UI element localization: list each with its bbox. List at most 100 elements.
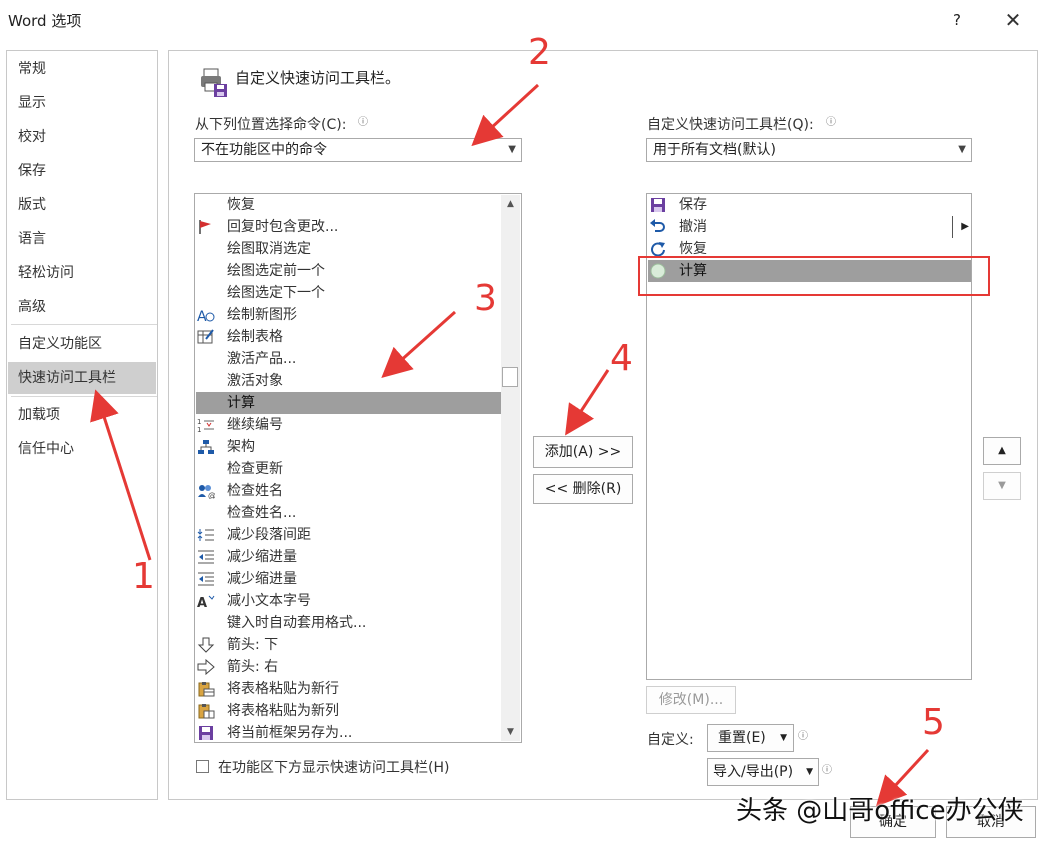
modify-button[interactable]: 修改(M)...	[646, 686, 736, 714]
separator-expand-icon[interactable]: ▶	[952, 216, 969, 238]
customize-label: 自定义:	[647, 732, 694, 748]
commands-list-scrollbar[interactable]: ▲ ▼	[501, 195, 520, 741]
command-list-item-label: 将表格粘贴为新行	[227, 681, 339, 697]
nav-item-add-ins[interactable]: 加载项	[8, 399, 156, 431]
command-list-item[interactable]: 键入时自动套用格式...	[196, 612, 501, 634]
show-below-ribbon-checkbox[interactable]	[196, 760, 209, 773]
nav-item-proofing[interactable]: 校对	[8, 121, 156, 153]
toolbar-list-item[interactable]: 撤消	[648, 216, 971, 238]
help-button[interactable]: ?	[946, 8, 968, 32]
nav-item-general[interactable]: 常规	[8, 53, 156, 85]
command-list-item[interactable]: A 绘制新图形	[196, 304, 501, 326]
close-button[interactable]: ✕	[1000, 6, 1026, 34]
reset-dropdown-button[interactable]: 重置(E) ▼	[707, 724, 794, 752]
nav-item-layout[interactable]: 版式	[8, 189, 156, 221]
command-list-item[interactable]: 激活对象	[196, 370, 501, 392]
no-icon	[197, 373, 215, 389]
move-up-button[interactable]: ▲	[983, 437, 1021, 465]
commands-list[interactable]: ▲ ▼ 恢复回复时包含更改... 绘图取消选定绘图选定前一个 绘图选定下一个 A 绘制新…	[194, 193, 522, 743]
command-list-item-label: 激活产品...	[227, 351, 297, 367]
command-list-item-label: 恢复	[227, 197, 255, 213]
annotation-number: 1	[132, 556, 155, 597]
dropdown-arrow-icon: ▼	[508, 144, 516, 155]
move-down-button[interactable]: ▼	[983, 472, 1021, 500]
choose-commands-value: 不在功能区中的命令	[201, 142, 327, 158]
toolbar-list-item-label: 保存	[679, 197, 707, 213]
paragraph-spacing-icon	[197, 527, 215, 543]
command-list-item[interactable]: 绘图取消选定	[196, 238, 501, 260]
command-list-item[interactable]: 减少缩进量	[196, 568, 501, 590]
command-list-item[interactable]: 计算	[196, 392, 501, 414]
nav-item-trust-center[interactable]: 信任中心	[8, 433, 156, 465]
info-icon: ⓘ	[358, 117, 368, 128]
save-icon	[649, 197, 667, 213]
command-list-item[interactable]: 绘图选定下一个	[196, 282, 501, 304]
command-list-item-label: 绘图取消选定	[227, 241, 311, 257]
choose-commands-label: 从下列位置选择命令(C):	[195, 117, 347, 133]
command-list-item[interactable]: A 减小文本字号	[196, 590, 501, 612]
no-icon	[197, 395, 215, 411]
org-chart-icon	[197, 439, 215, 455]
command-list-item[interactable]: 检查更新	[196, 458, 501, 480]
command-list-item[interactable]: 检查姓名...	[196, 502, 501, 524]
command-list-item-label: 回复时包含更改...	[227, 219, 339, 235]
toolbar-scope-dropdown[interactable]: 用于所有文档(默认) ▼	[646, 138, 972, 162]
command-list-item[interactable]: 架构	[196, 436, 501, 458]
save-icon	[197, 725, 215, 741]
options-nav: 常规 显示 校对 保存 版式 语言 轻松访问 高级 自定义功能区 快速访问工具栏…	[6, 50, 158, 800]
annotation-number: 5	[922, 702, 945, 743]
check-names-icon: @	[197, 483, 216, 500]
remove-button[interactable]: << 删除(R)	[533, 474, 633, 504]
command-list-item[interactable]: 1 1 继续编号	[196, 414, 501, 436]
command-list-item[interactable]: 将表格粘贴为新列	[196, 700, 501, 722]
command-list-item[interactable]: 减少缩进量	[196, 546, 501, 568]
command-list-item-label: 检查姓名...	[227, 505, 297, 521]
scroll-thumb[interactable]	[502, 367, 518, 387]
command-list-item[interactable]: 恢复	[196, 194, 501, 216]
command-list-item-label: 减少缩进量	[227, 571, 297, 587]
command-list-item[interactable]: 箭头: 右	[196, 656, 501, 678]
reset-label: 重置(E)	[718, 730, 766, 746]
command-list-item[interactable]: 激活产品...	[196, 348, 501, 370]
command-list-item[interactable]: 绘图选定前一个	[196, 260, 501, 282]
scroll-up-icon[interactable]: ▲	[501, 195, 520, 213]
command-list-item[interactable]: 回复时包含更改...	[196, 216, 501, 238]
annotation-number: 2	[528, 32, 551, 73]
nav-item-advanced[interactable]: 高级	[8, 291, 156, 323]
toolbar-list-item[interactable]: 保存	[648, 194, 971, 216]
command-list-item[interactable]: @ 检查姓名	[196, 480, 501, 502]
nav-item-quick-access-toolbar[interactable]: 快速访问工具栏	[8, 362, 156, 394]
command-list-item-label: 检查更新	[227, 461, 283, 477]
choose-commands-dropdown[interactable]: 不在功能区中的命令 ▼	[194, 138, 522, 162]
no-icon	[197, 615, 215, 631]
show-below-ribbon-label: 在功能区下方显示快速访问工具栏(H)	[218, 760, 450, 776]
nav-item-customize-ribbon[interactable]: 自定义功能区	[8, 328, 156, 360]
shrink-font-icon: A	[197, 593, 215, 611]
svg-text:@: @	[208, 491, 215, 499]
undo-icon	[649, 219, 667, 235]
nav-item-save[interactable]: 保存	[8, 155, 156, 187]
quick-access-toolbar-icon	[201, 68, 227, 97]
command-list-item[interactable]: 绘制表格	[196, 326, 501, 348]
nav-separator	[11, 324, 157, 325]
scroll-down-icon[interactable]: ▼	[501, 723, 520, 741]
window-title: Word 选项	[8, 12, 82, 30]
shapes-icon: A	[197, 307, 215, 325]
outdent-icon	[197, 549, 215, 565]
numbering-icon: 11	[197, 417, 215, 434]
command-list-item[interactable]: 箭头: 下	[196, 634, 501, 656]
command-list-item-label: 减小文本字号	[227, 593, 311, 609]
nav-item-accessibility[interactable]: 轻松访问	[8, 257, 156, 289]
outdent-icon	[197, 571, 215, 587]
nav-item-display[interactable]: 显示	[8, 87, 156, 119]
command-list-item-label: 绘制新图形	[227, 307, 297, 323]
command-list-item[interactable]: 将当前框架另存为...	[196, 722, 501, 742]
command-list-item[interactable]: 将表格粘贴为新行	[196, 678, 501, 700]
add-button[interactable]: 添加(A) >>	[533, 436, 633, 468]
arrow-right-icon	[197, 658, 215, 676]
command-list-item[interactable]: 减少段落间距	[196, 524, 501, 546]
command-list-item-label: 检查姓名	[227, 483, 283, 499]
command-list-item-label: 绘制表格	[227, 329, 283, 345]
nav-item-language[interactable]: 语言	[8, 223, 156, 255]
import-export-dropdown-button[interactable]: 导入/导出(P) ▼	[707, 758, 819, 786]
